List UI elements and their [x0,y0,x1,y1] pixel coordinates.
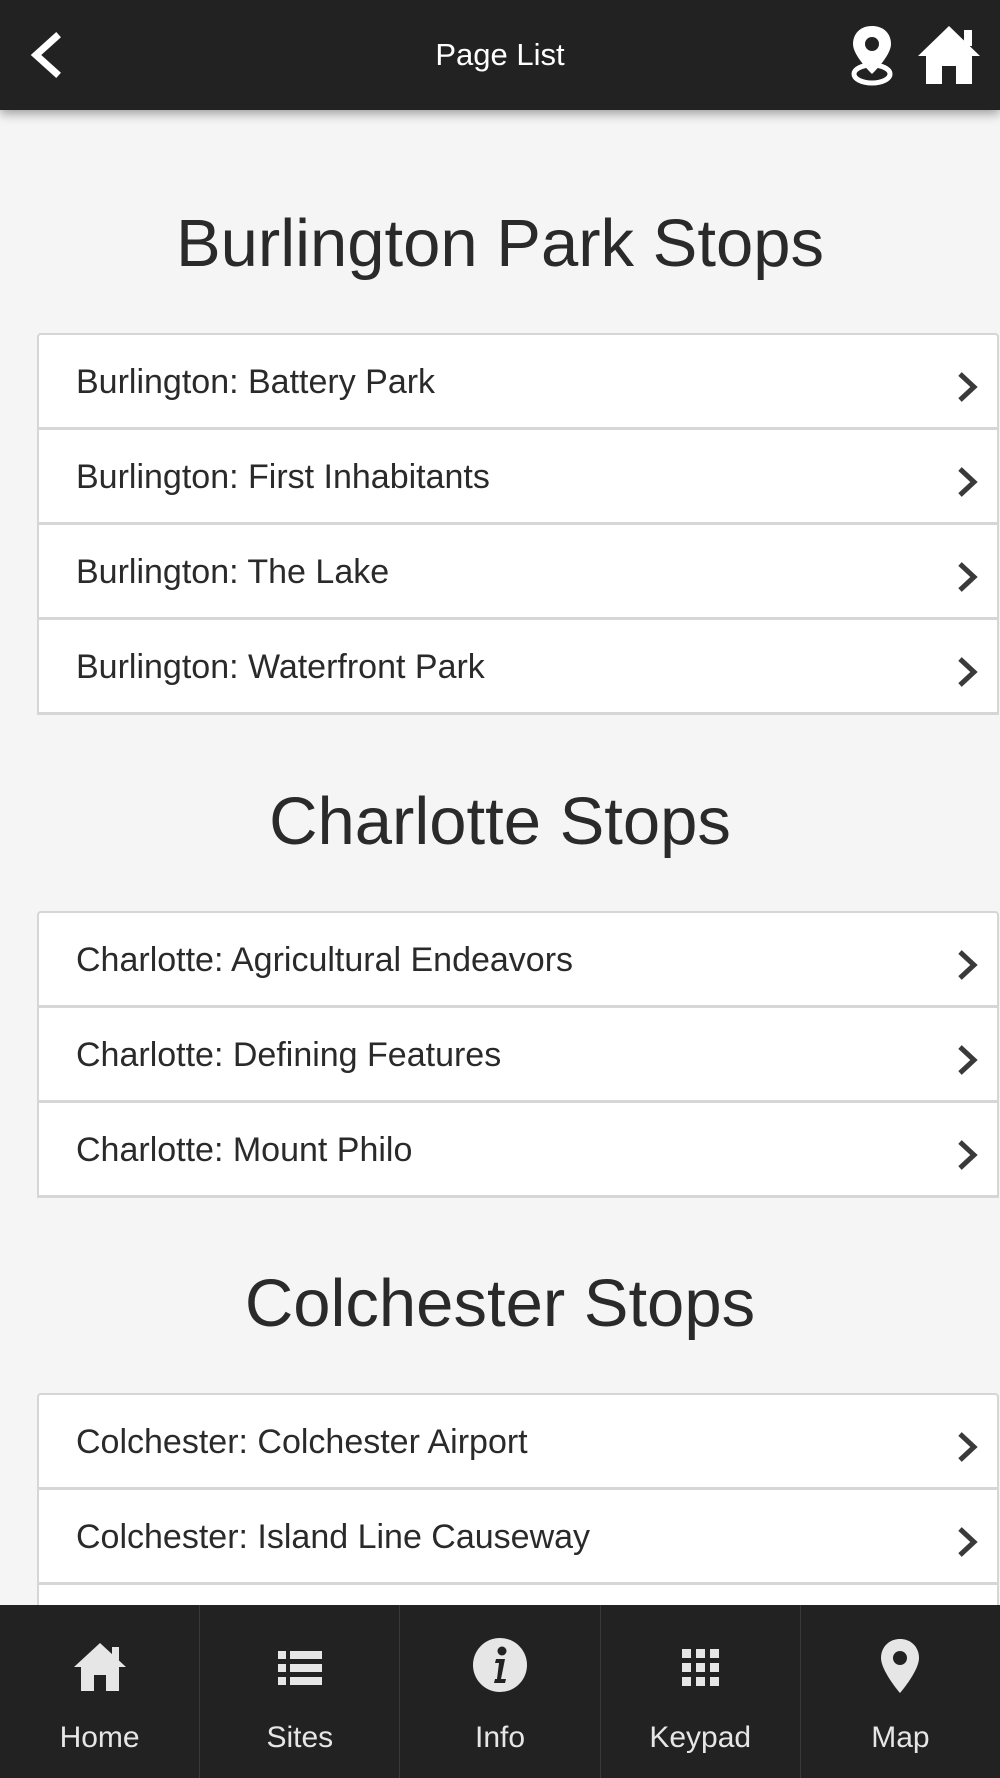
chevron-right-icon [958,1432,978,1462]
home-icon [73,1643,126,1691]
tab-keypad[interactable]: Keypad [599,1605,800,1778]
info-icon [473,1638,527,1692]
bottom-tab-bar: Home Sites Info Keypad Map [0,1605,1000,1778]
list-item[interactable]: Burlington: Battery Park [37,333,999,430]
tab-map[interactable]: Map [799,1605,1000,1778]
map-pin-icon [881,1639,920,1693]
section-heading: Burlington Park Stops [175,206,824,281]
list-item[interactable]: Burlington: First Inhabitants [37,428,999,525]
list-item-label: Charlotte: Mount Philo [76,1131,413,1169]
list-item[interactable]: Burlington: The Lake [37,523,999,620]
list-item-label: Charlotte: Agricultural Endeavors [76,941,574,979]
tab-sites[interactable]: Sites [199,1605,399,1778]
list-item-label: Colchester: Colchester Airport [76,1423,528,1461]
chevron-right-icon [958,372,978,402]
stop-list-charlotte: Charlotte: Agricultural Endeavors Charlo… [37,911,999,1198]
location-button[interactable] [842,22,902,88]
chevron-right-icon [958,562,978,592]
tab-label: Info [474,1721,526,1754]
tab-label: Map [871,1721,930,1754]
list-item[interactable]: Colchester: Island Line Causeway [37,1488,999,1585]
list-item-label: Burlington: First Inhabitants [76,458,490,496]
list-item[interactable]: Colchester: Colchester Airport [37,1393,999,1490]
list-icon [277,1651,322,1685]
tab-label: Sites [266,1721,334,1754]
chevron-right-icon [958,1140,978,1170]
section-heading: Charlotte Stops [269,784,731,859]
list-item[interactable]: Charlotte: Mount Philo [37,1101,999,1198]
tab-home[interactable]: Home [0,1605,199,1778]
section-heading: Colchester Stops [244,1266,756,1341]
map-pin-icon [851,26,893,86]
chevron-right-icon [958,1045,978,1075]
home-icon [918,26,980,84]
chevron-right-icon [958,657,978,687]
chevron-right-icon [958,467,978,497]
list-item-label: Burlington: Waterfront Park [76,648,485,686]
list-item[interactable]: Charlotte: Defining Features [37,1006,999,1103]
keypad-icon [682,1649,720,1686]
chevron-right-icon [958,950,978,980]
list-item-label: Charlotte: Defining Features [76,1036,502,1074]
tab-info[interactable]: Info [399,1605,599,1778]
chevron-right-icon [958,1527,978,1557]
list-item[interactable]: Burlington: Waterfront Park [37,618,999,715]
tab-label: Home [59,1721,140,1754]
list-item-label: Colchester: Island Line Causeway [76,1518,591,1556]
list-item[interactable]: Charlotte: Agricultural Endeavors [37,911,999,1008]
stop-list-burlington: Burlington: Battery Park Burlington: Fir… [37,333,999,715]
tab-label: Keypad [649,1721,752,1754]
home-button[interactable] [914,22,984,88]
top-app-bar: Page List [0,0,1000,110]
list-item-label: Burlington: The Lake [76,553,390,591]
list-item-label: Burlington: Battery Park [76,363,436,401]
